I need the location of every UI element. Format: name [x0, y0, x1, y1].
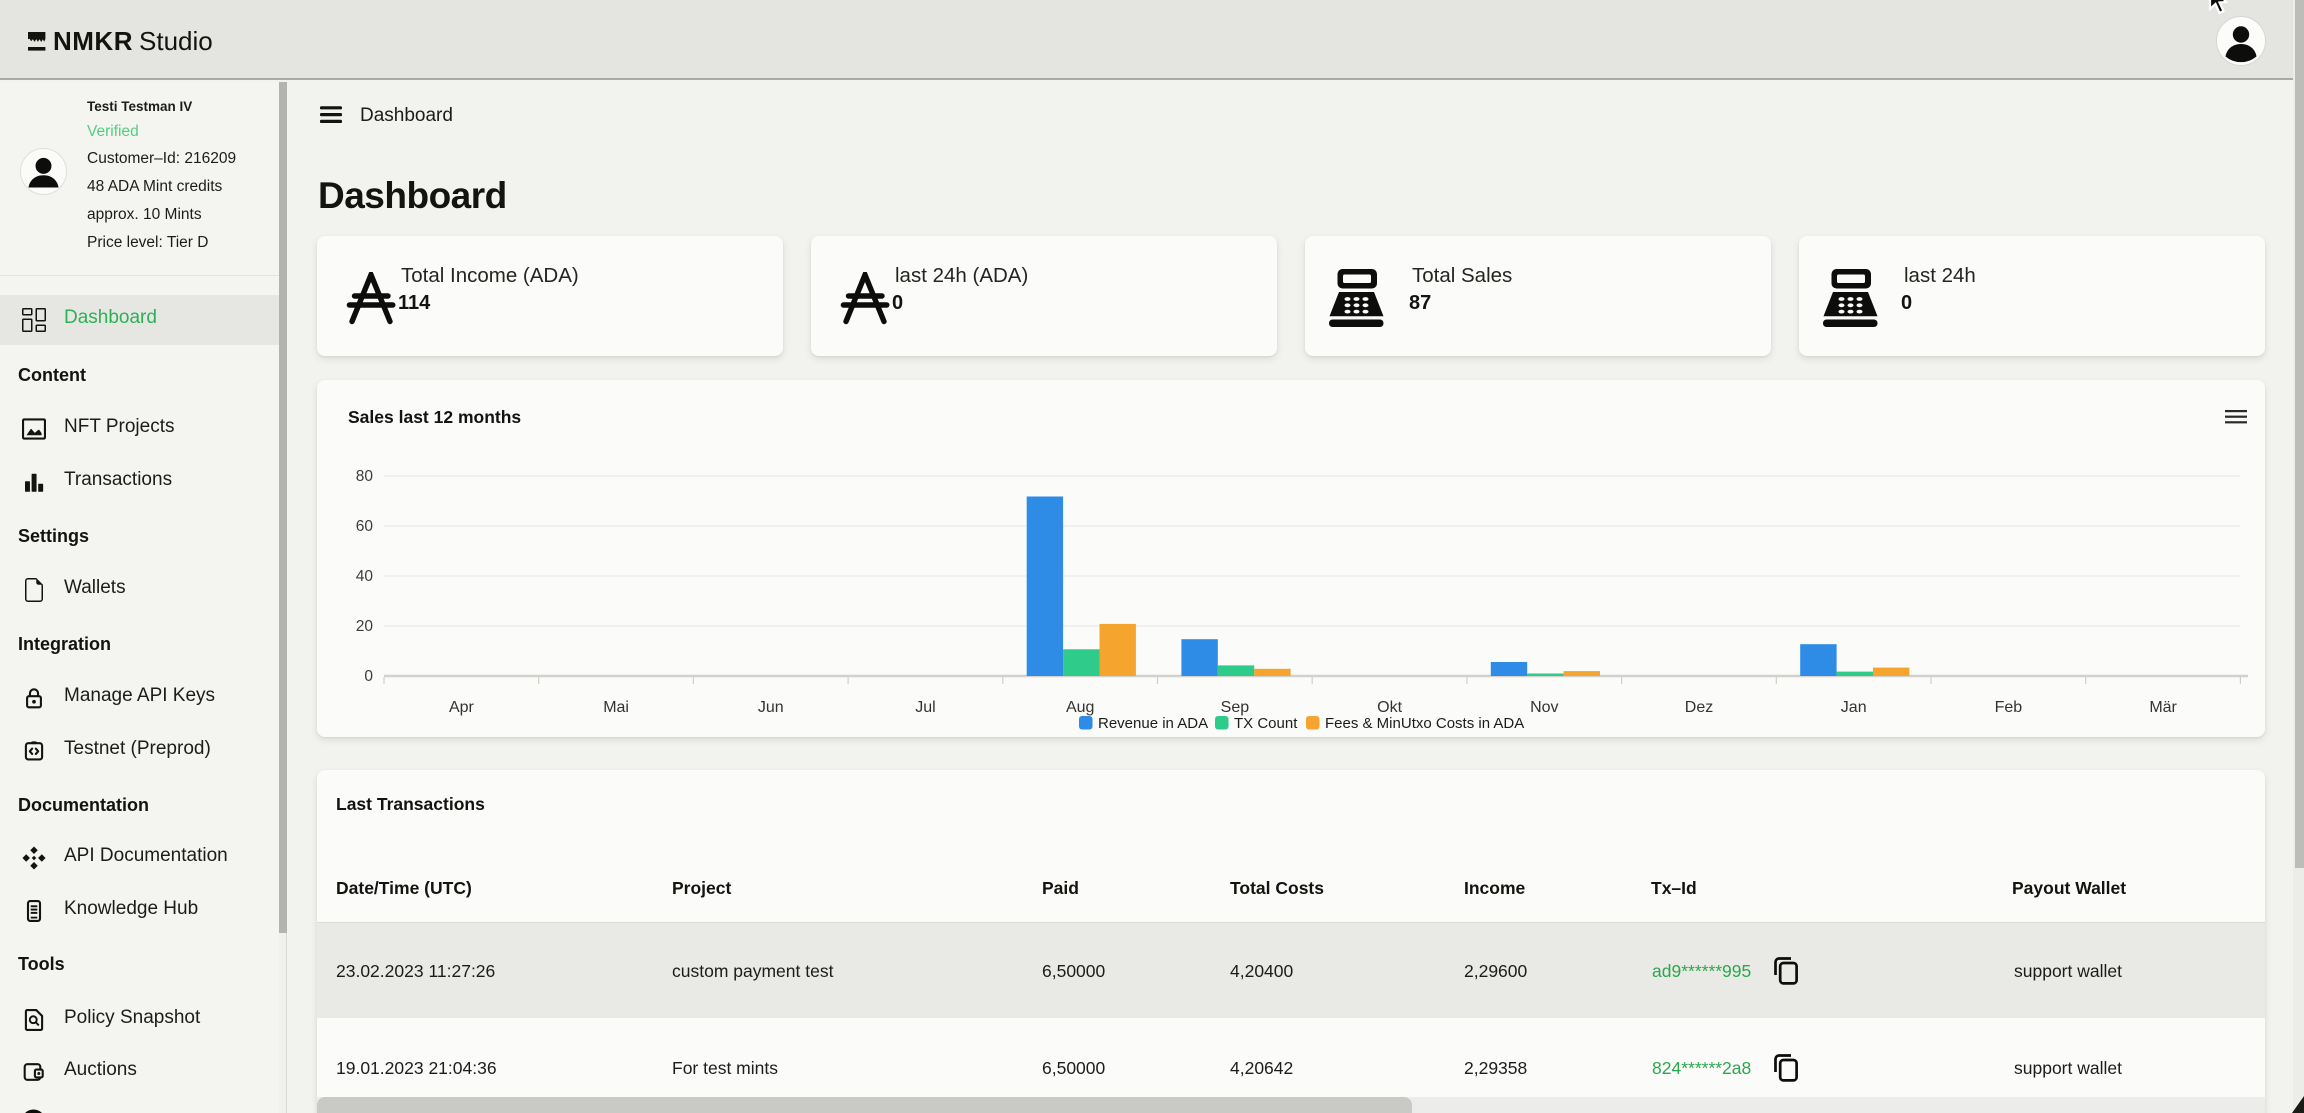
svg-text:Jun: Jun	[758, 699, 784, 716]
svg-text:60: 60	[356, 518, 374, 535]
svg-text:Dez: Dez	[1685, 699, 1713, 716]
svg-text:Aug: Aug	[1066, 699, 1094, 716]
svg-text:0: 0	[364, 668, 373, 685]
svg-text:TX Count: TX Count	[1234, 715, 1298, 732]
svg-text:Revenue in ADA: Revenue in ADA	[1098, 715, 1208, 732]
svg-text:Mär: Mär	[2149, 699, 2177, 716]
svg-text:Apr: Apr	[449, 699, 475, 716]
svg-text:80: 80	[356, 468, 374, 485]
svg-text:Okt: Okt	[1377, 699, 1402, 716]
svg-text:Jan: Jan	[1841, 699, 1867, 716]
svg-text:Fees & MinUtxo Costs in ADA: Fees & MinUtxo Costs in ADA	[1325, 715, 1524, 732]
svg-text:Mai: Mai	[603, 699, 629, 716]
svg-text:Jul: Jul	[915, 699, 935, 716]
svg-text:20: 20	[356, 618, 374, 635]
svg-text:Nov: Nov	[1530, 699, 1558, 716]
svg-text:Feb: Feb	[1995, 699, 2023, 716]
svg-text:Sep: Sep	[1221, 699, 1250, 716]
svg-text:40: 40	[356, 568, 374, 585]
